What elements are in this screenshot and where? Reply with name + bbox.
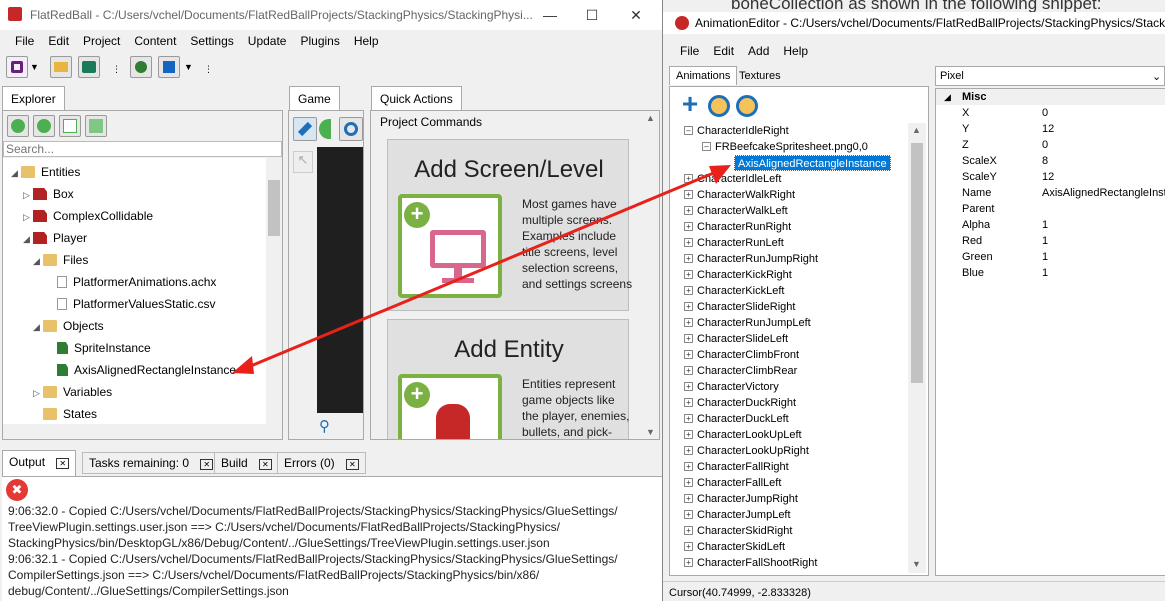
arrow-head-left — [232, 356, 254, 374]
arrow-line — [245, 170, 717, 370]
annotation-arrow — [232, 165, 731, 374]
